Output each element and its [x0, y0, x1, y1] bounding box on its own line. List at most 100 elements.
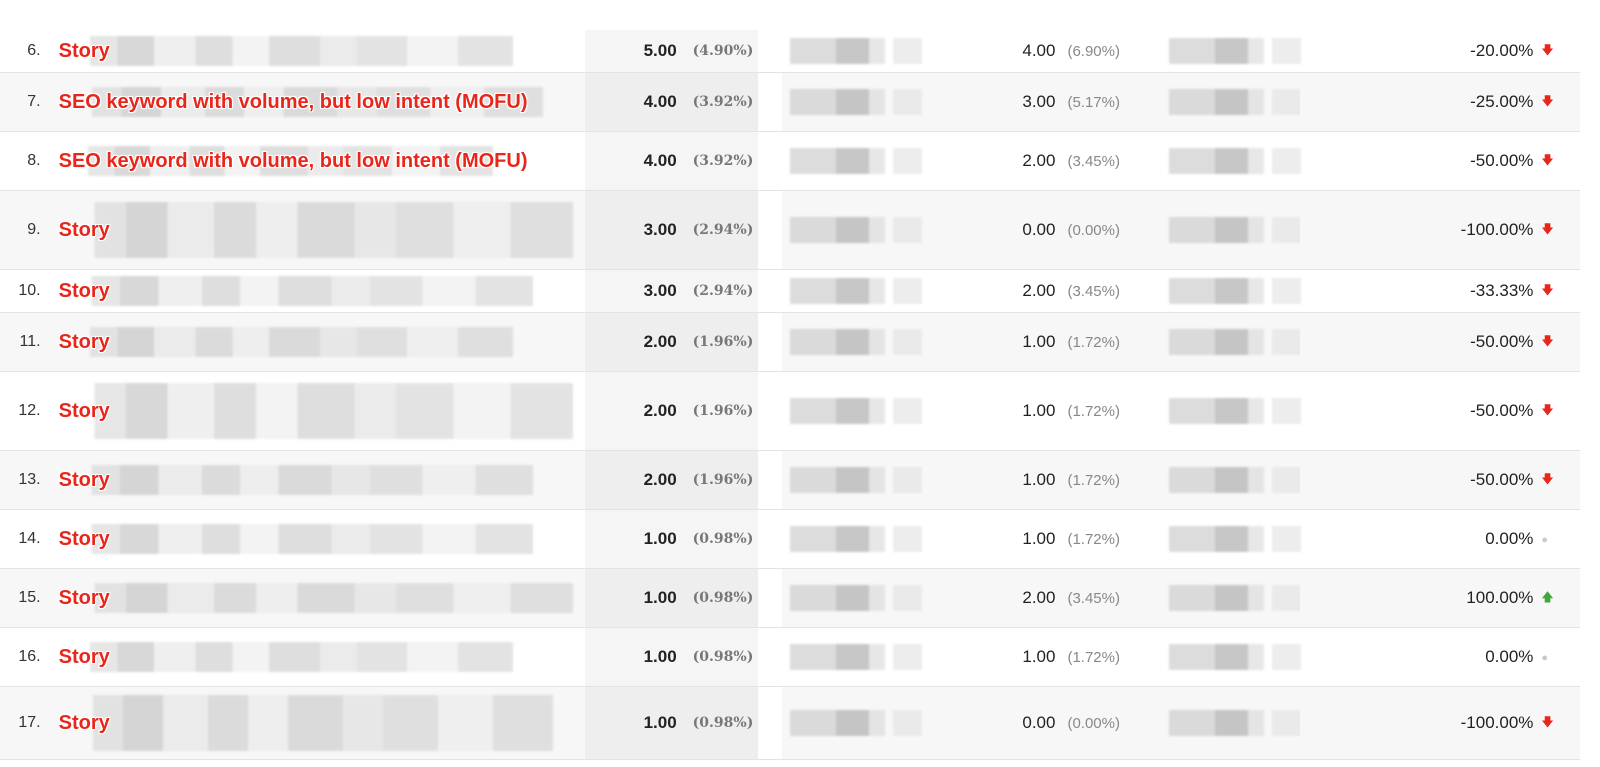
trend-cell: 🡇: [1541, 686, 1580, 760]
keyword-cell[interactable]: SEO keyword with volume, but low intent …: [49, 132, 586, 191]
table-row[interactable]: 10. Story 3.00 (2.94%) 2.00 (3.45%) -33.33% 🡇: [0, 269, 1580, 313]
keyword-cell[interactable]: SEO keyword with volume, but low intent …: [48, 72, 586, 132]
change-value: -100.00%: [1300, 686, 1542, 760]
spacer: [757, 627, 782, 687]
trend-cell: 🡅: [1541, 568, 1580, 628]
redacted-cell: [1159, 132, 1301, 191]
metric-value: 3.00: [585, 269, 687, 313]
table-row[interactable]: 13. Story 2.00 (1.96%) 1.00 (1.72%) -50.00% 🡇: [0, 450, 1580, 510]
redacted-block: [1168, 398, 1301, 424]
keyword-cell[interactable]: Story: [48, 686, 586, 760]
keyword-label: Story: [58, 279, 110, 302]
redacted-block: [789, 710, 922, 736]
redacted-cell: [1159, 372, 1301, 451]
redacted-block: [789, 278, 922, 304]
keyword-wrap: Story: [49, 569, 586, 627]
table-row[interactable]: 9. Story 3.00 (2.94%) 0.00 (0.00%) -100.00% 🡇: [0, 190, 1580, 270]
redacted-cell: [782, 132, 924, 191]
compare-value: 0.00: [923, 686, 1068, 760]
report-table: 6. Story 5.00 (4.90%) 4.00 (6.90%) -20.00% 🡇 7. S…: [0, 30, 1580, 760]
keyword-label: Story: [58, 527, 110, 550]
redacted-block: [1168, 585, 1301, 611]
compare-value: 1.00: [1022, 401, 1056, 420]
redacted-text: [52, 465, 533, 495]
keyword-cell[interactable]: Story: [48, 450, 586, 510]
trend-cell: 🡇: [1541, 450, 1580, 510]
keyword-label: Story: [58, 645, 110, 668]
keyword-wrap: Story: [49, 628, 586, 686]
redacted-cell: [1158, 568, 1301, 628]
change-value: -100.00%: [1300, 190, 1542, 270]
table-row[interactable]: 7. SEO keyword with volume, but low inten…: [0, 72, 1580, 132]
metric-percent: (3.92%): [686, 131, 758, 191]
spacer: [757, 568, 782, 628]
arrow-up-icon: 🡅: [1541, 589, 1554, 604]
redacted-cell: [782, 30, 924, 73]
metric-value: 5.00: [585, 30, 687, 73]
redacted-text: [52, 524, 533, 554]
table-row[interactable]: 16. Story 1.00 (0.98%) 1.00 (1.72%) 0.00% ●: [0, 627, 1580, 687]
compare-percent: (0.00%): [1067, 686, 1159, 760]
compare-value: 1.00: [923, 450, 1068, 510]
change-value: -50.00%: [1470, 401, 1534, 420]
keyword-cell[interactable]: Story: [49, 270, 586, 313]
change-value: 0.00%: [1485, 647, 1534, 666]
table-row[interactable]: 8. SEO keyword with volume, but low inten…: [0, 131, 1580, 191]
keyword-cell[interactable]: Story: [49, 510, 586, 569]
change-value: 100.00%: [1300, 568, 1542, 628]
arrow-down-icon: 🡇: [1541, 282, 1554, 297]
dot-icon: ●: [1541, 652, 1549, 664]
redacted-block: [789, 398, 922, 424]
keyword-cell[interactable]: Story: [48, 190, 586, 270]
keyword-cell[interactable]: Story: [48, 568, 586, 628]
arrow-down-icon: 🡇: [1541, 221, 1554, 236]
redacted-block: [1168, 710, 1301, 736]
table-row[interactable]: 6. Story 5.00 (4.90%) 4.00 (6.90%) -20.00% 🡇: [0, 30, 1580, 73]
compare-value: 2.00: [923, 568, 1068, 628]
keyword-cell[interactable]: Story: [48, 312, 586, 372]
keyword-label: Story: [58, 468, 110, 491]
row-index: 6.: [27, 42, 41, 59]
compare-percent: (1.72%): [1067, 450, 1159, 510]
compare-value: 3.00: [923, 72, 1068, 132]
metric-value: 4.00: [585, 131, 687, 191]
table-row[interactable]: 12. Story 2.00 (1.96%) 1.00 (1.72%) -50.00% 🡇: [0, 371, 1580, 451]
trend-cell: ●: [1541, 628, 1580, 687]
keyword-cell[interactable]: Story: [49, 628, 586, 687]
spacer: [757, 30, 782, 73]
metric-value: 1.00: [585, 509, 687, 569]
arrow-down-icon: 🡇: [1541, 93, 1554, 108]
redacted-block: [789, 585, 922, 611]
redacted-block: [1168, 38, 1301, 64]
keyword-cell[interactable]: Story: [49, 30, 586, 73]
keyword-wrap: Story: [49, 191, 586, 269]
redacted-cell: [1158, 312, 1301, 372]
redacted-block: [1168, 329, 1301, 355]
table-row[interactable]: 17. Story 1.00 (0.98%) 0.00 (0.00%) -100.00% 🡇: [0, 686, 1580, 760]
keyword-label: Story: [58, 39, 110, 62]
metric-percent: (1.96%): [686, 450, 758, 510]
redacted-text: [52, 202, 573, 258]
metric-percent: (0.98%): [686, 686, 758, 760]
table-row[interactable]: 11. Story 2.00 (1.96%) 1.00 (1.72%) -50.00% 🡇: [0, 312, 1580, 372]
redacted-block: [1168, 89, 1301, 115]
keyword-label: Story: [58, 218, 110, 241]
row-index: 12.: [18, 402, 41, 419]
compare-percent: (3.45%): [1067, 282, 1120, 300]
redacted-cell: [781, 686, 924, 760]
table-row[interactable]: 15. Story 1.00 (0.98%) 2.00 (3.45%) 100.00% 🡅: [0, 568, 1580, 628]
redacted-cell: [1159, 270, 1301, 313]
redacted-block: [1168, 467, 1301, 493]
keyword-cell[interactable]: Story: [49, 372, 586, 451]
trend-cell: 🡇: [1541, 372, 1580, 451]
metric-value: 2.00: [585, 450, 687, 510]
compare-percent: (1.72%): [1067, 312, 1159, 372]
metric-percent: (1.96%): [686, 371, 758, 451]
change-value: -50.00%: [1300, 312, 1542, 372]
table-row[interactable]: 14. Story 1.00 (0.98%) 1.00 (1.72%) 0.00% ●: [0, 509, 1580, 569]
compare-value: 1.00: [923, 312, 1068, 372]
keyword-label: Story: [58, 330, 110, 353]
keyword-wrap: Story: [49, 30, 586, 72]
row-index: 9.: [0, 190, 49, 270]
spacer: [757, 509, 782, 569]
